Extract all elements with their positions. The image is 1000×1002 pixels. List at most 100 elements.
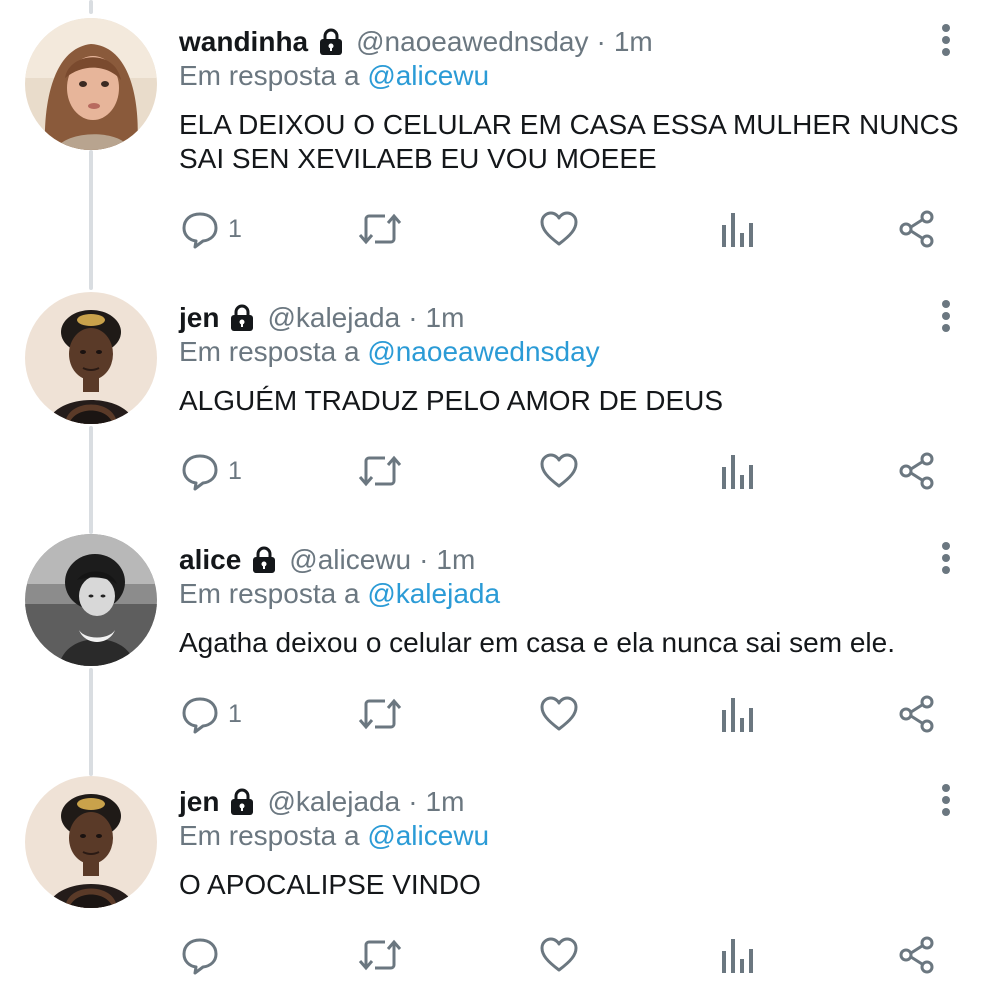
retweet-button[interactable]	[357, 204, 403, 254]
share-icon	[899, 210, 934, 248]
display-name[interactable]: wandinha	[179, 26, 308, 58]
reply-context: Em resposta a @alicewu	[179, 60, 489, 92]
tweet-actions: 1	[0, 689, 1000, 739]
tweet-actions: 1	[0, 446, 1000, 496]
view-stats-button[interactable]	[720, 689, 756, 739]
timestamp[interactable]: 1m	[436, 544, 475, 576]
reply-prefix: Em resposta a	[179, 578, 360, 609]
reply-mention-link[interactable]: @naoeawednsday	[367, 336, 599, 367]
avatar-photo-jen	[25, 292, 157, 424]
retweet-button[interactable]	[357, 689, 403, 739]
like-button[interactable]	[539, 689, 579, 739]
separator-dot: ·	[419, 544, 429, 575]
tweet-text: O APOCALIPSE VINDO	[179, 869, 481, 900]
lock-icon	[249, 545, 279, 575]
tweet-text: ALGUÉM TRADUZ PELO AMOR DE DEUS	[179, 385, 724, 416]
bar-stats-icon	[722, 939, 753, 973]
share-icon	[899, 452, 934, 490]
reply-button[interactable]: 1	[180, 446, 242, 496]
reply-mention-link[interactable]: @alicewu	[367, 820, 489, 851]
tweet-text: Agatha deixou o celular em casa e ela nu…	[179, 627, 895, 658]
retweet-icon	[358, 213, 402, 245]
avatar[interactable]	[25, 18, 157, 150]
avatar[interactable]	[25, 776, 157, 908]
like-button[interactable]	[539, 204, 579, 254]
tweet-header: jen @kalejada · 1m	[179, 298, 464, 338]
reply-mention-link[interactable]: @alicewu	[367, 60, 489, 91]
more-options-icon[interactable]	[934, 296, 958, 336]
reply-button[interactable]: 1	[180, 689, 242, 739]
reply-context: Em resposta a @alicewu	[179, 820, 489, 852]
reply-count: 1	[228, 214, 242, 243]
reply-context: Em resposta a @naoeawednsday	[179, 336, 600, 368]
heart-icon	[540, 937, 578, 972]
timestamp[interactable]: 1m	[426, 302, 465, 334]
tweet[interactable]: wandinha @naoeawednsday · 1m Em resposta…	[0, 0, 1000, 249]
separator-dot: ·	[596, 26, 606, 57]
bar-stats-icon	[722, 698, 753, 732]
reply-button[interactable]: 1	[180, 204, 242, 254]
user-handle[interactable]: @alicewu	[289, 544, 411, 576]
reply-count: 1	[228, 699, 242, 728]
tweet[interactable]: jen @kalejada · 1m Em resposta a @alicew…	[0, 760, 1000, 1002]
like-button[interactable]	[539, 446, 579, 496]
share-button[interactable]	[897, 930, 937, 980]
reply-count: 1	[228, 456, 242, 485]
avatar[interactable]	[25, 292, 157, 424]
share-icon	[899, 936, 934, 974]
reply-button[interactable]	[180, 930, 228, 980]
reply-bubble-icon	[182, 697, 218, 734]
bar-stats-icon	[722, 213, 753, 247]
avatar-photo-jen	[25, 776, 157, 908]
tweet-header: alice @alicewu · 1m	[179, 540, 475, 580]
heart-icon	[540, 211, 578, 246]
retweet-icon	[358, 939, 402, 971]
reply-bubble-icon	[182, 938, 218, 975]
tweet-actions: 1	[0, 204, 1000, 254]
like-button[interactable]	[539, 930, 579, 980]
share-button[interactable]	[897, 689, 937, 739]
tweet-header: wandinha @naoeawednsday · 1m	[179, 22, 653, 62]
lock-icon	[227, 787, 257, 817]
reply-bubble-icon	[182, 454, 218, 491]
user-handle[interactable]: @naoeawednsday	[356, 26, 588, 58]
display-name[interactable]: jen	[179, 302, 219, 334]
view-stats-button[interactable]	[720, 204, 756, 254]
more-options-icon[interactable]	[934, 538, 958, 578]
more-options-icon[interactable]	[934, 20, 958, 60]
share-icon	[899, 695, 934, 733]
user-handle[interactable]: @kalejada	[267, 302, 400, 334]
heart-icon	[540, 453, 578, 488]
tweet-text: ELA DEIXOU O CELULAR EM CASA ESSA MULHER…	[179, 109, 959, 174]
tweet[interactable]: jen @kalejada · 1m Em resposta a @naoeaw…	[0, 276, 1000, 518]
timestamp[interactable]: 1m	[614, 26, 653, 58]
retweet-button[interactable]	[357, 930, 403, 980]
retweet-icon	[358, 698, 402, 730]
separator-dot: ·	[408, 302, 418, 333]
retweet-button[interactable]	[357, 446, 403, 496]
user-handle[interactable]: @kalejada	[267, 786, 400, 818]
lock-icon	[316, 27, 346, 57]
reply-prefix: Em resposta a	[179, 336, 360, 367]
reply-mention-link[interactable]: @kalejada	[367, 578, 500, 609]
timestamp[interactable]: 1m	[426, 786, 465, 818]
display-name[interactable]: jen	[179, 786, 219, 818]
more-options-icon[interactable]	[934, 780, 958, 820]
avatar[interactable]	[25, 534, 157, 666]
view-stats-button[interactable]	[720, 446, 756, 496]
tweet-actions	[0, 930, 1000, 980]
share-button[interactable]	[897, 446, 937, 496]
tweet[interactable]: alice @alicewu · 1m Em resposta a @kalej…	[0, 518, 1000, 760]
reply-prefix: Em resposta a	[179, 60, 360, 91]
avatar-photo-alice	[25, 534, 157, 666]
reply-prefix: Em resposta a	[179, 820, 360, 851]
avatar-photo-wandinha	[25, 18, 157, 150]
reply-bubble-icon	[182, 212, 218, 249]
separator-dot: ·	[408, 786, 418, 817]
tweet-header: jen @kalejada · 1m	[179, 782, 464, 822]
view-stats-button[interactable]	[720, 930, 756, 980]
share-button[interactable]	[897, 204, 937, 254]
display-name[interactable]: alice	[179, 544, 241, 576]
heart-icon	[540, 696, 578, 731]
reply-context: Em resposta a @kalejada	[179, 578, 500, 610]
